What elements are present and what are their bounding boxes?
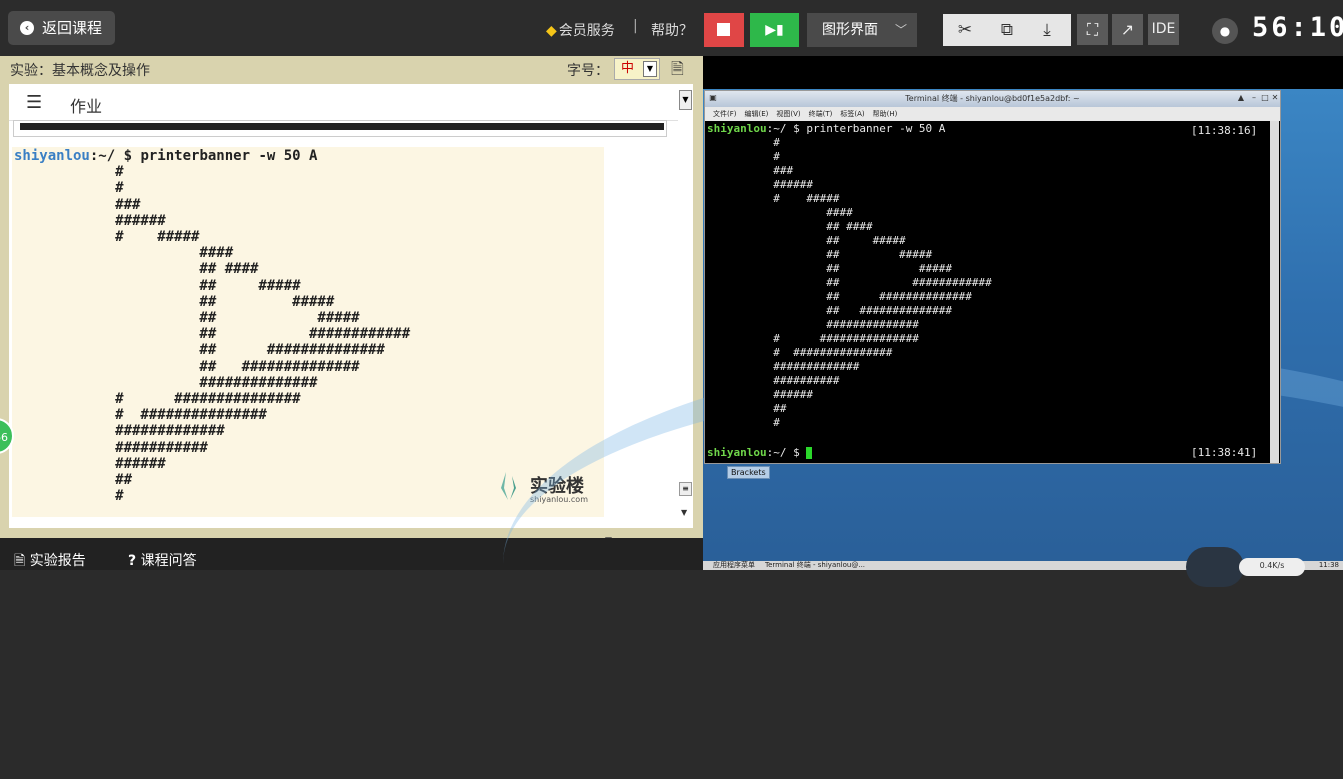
terminal-cursor (806, 447, 813, 459)
terminal-prompt-user: shiyanlou (707, 122, 767, 135)
back-to-course-button[interactable]: ‹ 返回课程 (8, 11, 115, 45)
ide-button[interactable]: IDE (1148, 14, 1179, 45)
banner-output: # # ### ###### # ##### #### ## #### ## #… (115, 164, 411, 505)
separator: | (633, 18, 638, 34)
vip-label: 会员服务 (558, 23, 615, 39)
terminal-prompt-line: shiyanlou:~/ $ (707, 446, 813, 459)
play-icon: ▶▮ (765, 22, 784, 38)
terminal-menubar: 文件(F) 编辑(E) 视图(V) 终端(T) 标签(A) 帮助(H) (705, 107, 1280, 121)
terminal-app-icon: ▣ (709, 93, 717, 102)
download-icon[interactable]: ⤓ (1027, 14, 1067, 46)
network-speed: 0.4K/s (1239, 558, 1305, 576)
menu-help[interactable]: 帮助(H) (873, 110, 898, 118)
taskbar-terminal[interactable]: Terminal 终端 - shiyanlou@... (765, 561, 865, 569)
brackets-desktop-icon[interactable]: Brackets (727, 466, 770, 479)
terminal-title: Terminal 终端 - shiyanlou@bd0f1e5a2dbf: ~ (905, 94, 1080, 103)
resume-button[interactable]: ▶▮ (750, 13, 799, 47)
menu-edit[interactable]: 编辑(E) (745, 110, 769, 118)
fullscreen-icon[interactable]: ⛶ (1077, 14, 1108, 45)
vip-service-link[interactable]: ◆ 会员服务 (546, 20, 615, 40)
diamond-icon: ◆ (546, 23, 557, 39)
clock: 11:38 (1318, 561, 1339, 569)
top-toolbar: ‹ 返回课程 ◆ 会员服务 | 帮助？ ▶▮ 图形界面 ﹀ ✂ ⧉ ⤓ ⛶ ↗ I… (0, 0, 1343, 56)
timestamp-1: [11:38:16] (1191, 124, 1258, 137)
scroll-menu-button[interactable]: ▼ (679, 90, 692, 110)
stop-button[interactable] (704, 13, 744, 47)
countdown-timer: 56:10 (1252, 12, 1343, 43)
menu-terminal[interactable]: 终端(T) (809, 110, 833, 118)
question-icon: ? (128, 553, 137, 569)
chevron-down-icon: ﹀ (894, 23, 907, 37)
minimize-icon[interactable]: – (1249, 93, 1259, 103)
screen-share-icon[interactable]: ⧉ (987, 14, 1027, 46)
maximize-icon[interactable]: □ (1260, 93, 1270, 103)
code-block (13, 120, 667, 137)
terminal-screen[interactable]: shiyanlou:~/ $ printerbanner -w 50 A # #… (706, 121, 1269, 463)
screenshot-terminal-output: shiyanlou:~/ $ printerbanner -w 50 A # #… (14, 148, 410, 504)
prompt-command: $ printerbanner -w 50 A (115, 148, 318, 164)
font-size-select[interactable]: 中 ▼ (614, 58, 660, 80)
prompt-path: :~/ (89, 148, 116, 164)
back-label: 返回课程 (42, 19, 103, 37)
font-size-label: 字号： (567, 63, 609, 79)
terminal-command: $ printerbanner -w 50 A (786, 122, 946, 135)
terminal-prompt-path: :~/ (766, 122, 787, 135)
course-qa-link[interactable]: ? 课程问答 (128, 550, 197, 570)
close-icon[interactable]: ✕ (1270, 93, 1280, 103)
open-external-icon[interactable]: ↗ (1112, 14, 1143, 45)
terminal-prompt-suffix: $ (786, 446, 807, 459)
floating-assistant[interactable] (1186, 547, 1244, 587)
terminal-prompt-path-2: :~/ (766, 446, 787, 459)
banner-screenshot: shiyanlou:~/ $ printerbanner -w 50 A # #… (12, 147, 604, 517)
terminal-scrollbar[interactable] (1270, 121, 1279, 463)
report-icon: 🗎 (14, 553, 26, 569)
remote-desktop[interactable]: ▣ Terminal 终端 - shiyanlou@bd0f1e5a2dbf: … (503, 56, 1343, 587)
scissors-icon[interactable]: ✂ (945, 14, 985, 46)
terminal-prompt-user-2: shiyanlou (707, 446, 767, 459)
back-arrow-icon: ‹ (20, 21, 34, 35)
terminal-window[interactable]: ▣ Terminal 终端 - shiyanlou@bd0f1e5a2dbf: … (704, 90, 1281, 464)
tab-bar: ☰ 作业 (9, 84, 678, 121)
menu-tabs[interactable]: 标签(A) (840, 110, 864, 118)
menu-file[interactable]: 文件(F) (713, 110, 737, 118)
shiyanlou-logo-icon (501, 472, 516, 500)
terminal-banner-output: # # ### ###### # ##### #### ## #### ## #… (773, 136, 992, 429)
gui-label: 图形界面 (822, 22, 878, 38)
gui-mode-dropdown[interactable]: 图形界面 ﹀ (807, 13, 917, 47)
timestamp-2: [11:38:41] (1191, 446, 1258, 459)
lesson-title: 实验：基本概念及操作 (10, 63, 150, 79)
report-label: 实验报告 (29, 553, 86, 569)
document-icon[interactable]: 🗎 (671, 58, 684, 85)
prompt-user: shiyanlou (14, 148, 90, 164)
lab-report-link[interactable]: 🗎 实验报告 (14, 550, 86, 574)
eye-icon[interactable]: ● (1212, 18, 1238, 44)
tab-homework[interactable]: 作业 (70, 93, 102, 117)
menu-view[interactable]: 视图(V) (776, 110, 800, 118)
help-link[interactable]: 帮助？ (651, 20, 693, 40)
stop-icon (717, 23, 730, 36)
taskbar-app-menu[interactable]: 应用程序菜单 (713, 561, 755, 569)
list-icon[interactable]: ☰ (26, 92, 42, 113)
dropdown-arrow-icon: ▼ (643, 61, 657, 77)
font-size-value: 中 (621, 61, 635, 76)
qa-label: 课程问答 (140, 553, 197, 569)
tool-group: ✂ ⧉ ⤓ (943, 14, 1071, 46)
terminal-output: shiyanlou:~/ $ printerbanner -w 50 A # #… (707, 122, 992, 430)
shade-icon[interactable]: ▲ (1236, 93, 1246, 103)
terminal-titlebar[interactable]: ▣ Terminal 终端 - shiyanlou@bd0f1e5a2dbf: … (705, 91, 1280, 107)
